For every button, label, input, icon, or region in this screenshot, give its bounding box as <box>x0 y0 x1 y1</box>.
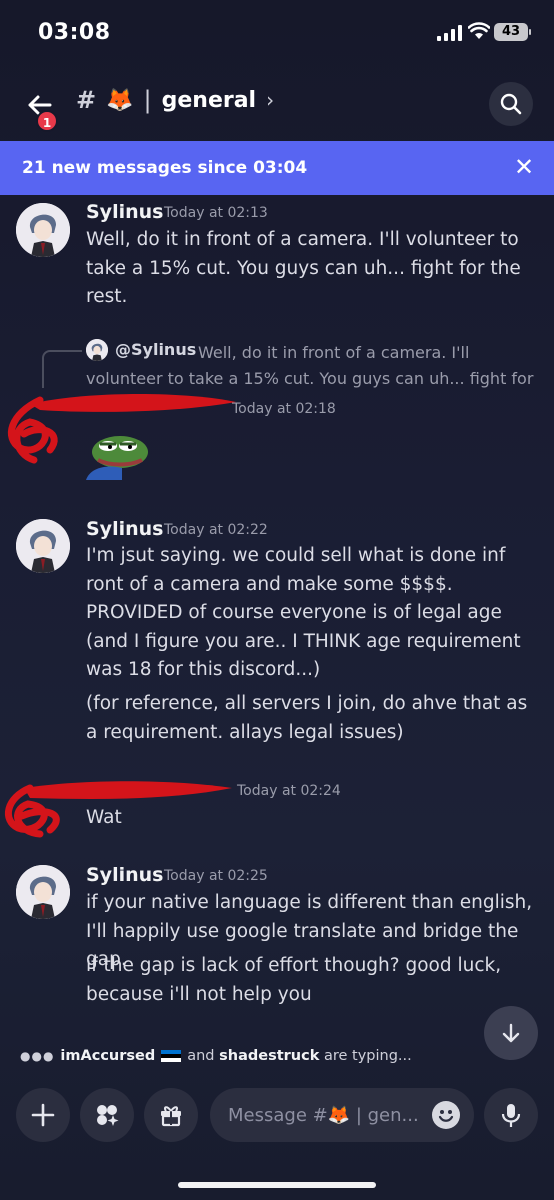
message-author[interactable]: Sylinus <box>86 864 163 886</box>
avatar-illustration <box>16 519 70 573</box>
hash-icon: # <box>76 86 97 114</box>
cellular-signal-icon <box>437 25 462 41</box>
typing-and: and <box>187 1048 215 1064</box>
composer-bar: Message #🦊 | gen... <box>0 1086 554 1146</box>
message-timestamp: Today at 02:25 <box>164 868 268 884</box>
avatar[interactable] <box>16 203 70 257</box>
new-messages-text: 21 new messages since 03:04 <box>22 158 308 178</box>
typing-suffix: are typing... <box>323 1048 412 1064</box>
wifi-icon <box>468 22 490 39</box>
scroll-to-bottom-button[interactable] <box>484 1006 538 1060</box>
battery-indicator: 43 <box>494 23 528 41</box>
message-text: (for reference, all servers I join, do a… <box>86 693 528 743</box>
emoji-button[interactable] <box>432 1101 460 1129</box>
close-icon[interactable]: ✕ <box>514 153 534 181</box>
message-timestamp: Today at 02:24 <box>237 783 341 799</box>
typing-indicator: ●●● imAccursed and shadestruck are typin… <box>20 1048 412 1064</box>
message-text: if the gap is lack of effort though? goo… <box>86 955 502 1005</box>
message-text: Wat <box>86 807 122 828</box>
new-messages-bar[interactable]: 21 new messages since 03:04 ✕ <box>0 141 554 195</box>
avatar[interactable] <box>16 865 70 919</box>
typing-user: shadestruck <box>219 1048 320 1064</box>
message-timestamp: Today at 02:13 <box>164 205 268 221</box>
gift-button[interactable] <box>144 1088 198 1142</box>
gift-icon <box>161 1106 181 1127</box>
plus-icon <box>31 1103 55 1127</box>
arrow-down-icon <box>502 1023 520 1043</box>
channel-separator: | <box>143 86 152 114</box>
message-author[interactable]: Sylinus <box>86 518 163 540</box>
reply-author[interactable]: @Sylinus <box>115 340 196 359</box>
apps-button[interactable] <box>80 1088 134 1142</box>
message-input[interactable]: Message #🦊 | gen... <box>210 1088 474 1142</box>
message-input-placeholder: Message #🦊 | gen... <box>228 1105 419 1126</box>
reply-connector <box>42 350 82 388</box>
voice-message-button[interactable] <box>484 1088 538 1142</box>
channel-title[interactable]: # 🦊 | general › <box>76 86 274 114</box>
search-icon <box>500 93 522 115</box>
message-text: Well, do it in front of a camera. I'll v… <box>86 229 521 307</box>
typing-dots-icon: ●●● <box>20 1049 55 1063</box>
pepe-sticker[interactable] <box>86 430 152 480</box>
notification-badge: 1 <box>36 110 58 132</box>
message-author[interactable]: Sylinus <box>86 201 163 223</box>
fox-emoji: 🦊 <box>106 87 134 113</box>
home-indicator <box>178 1182 376 1188</box>
search-button[interactable] <box>489 82 533 126</box>
channel-name: general <box>161 87 257 113</box>
status-time: 03:08 <box>38 20 111 45</box>
status-bar: 03:08 43 <box>0 0 554 62</box>
avatar[interactable] <box>16 519 70 573</box>
message-timestamp: Today at 02:22 <box>164 522 268 538</box>
apps-sparkle-icon <box>97 1105 119 1126</box>
avatar-illustration <box>16 865 70 919</box>
message-text: I'm jsut saying. we could sell what is d… <box>86 545 521 680</box>
battery-tip <box>529 29 531 35</box>
estonia-flag-icon <box>161 1050 182 1062</box>
channel-header: 1 # 🦊 | general › <box>0 74 554 134</box>
smiley-icon <box>438 1110 454 1122</box>
message-timestamp: Today at 02:18 <box>232 401 336 417</box>
add-attachment-button[interactable] <box>16 1088 70 1142</box>
avatar-illustration <box>16 203 70 257</box>
chevron-right-icon: › <box>266 88 275 112</box>
microphone-icon <box>501 1104 521 1127</box>
typing-user: imAccursed <box>60 1048 156 1064</box>
